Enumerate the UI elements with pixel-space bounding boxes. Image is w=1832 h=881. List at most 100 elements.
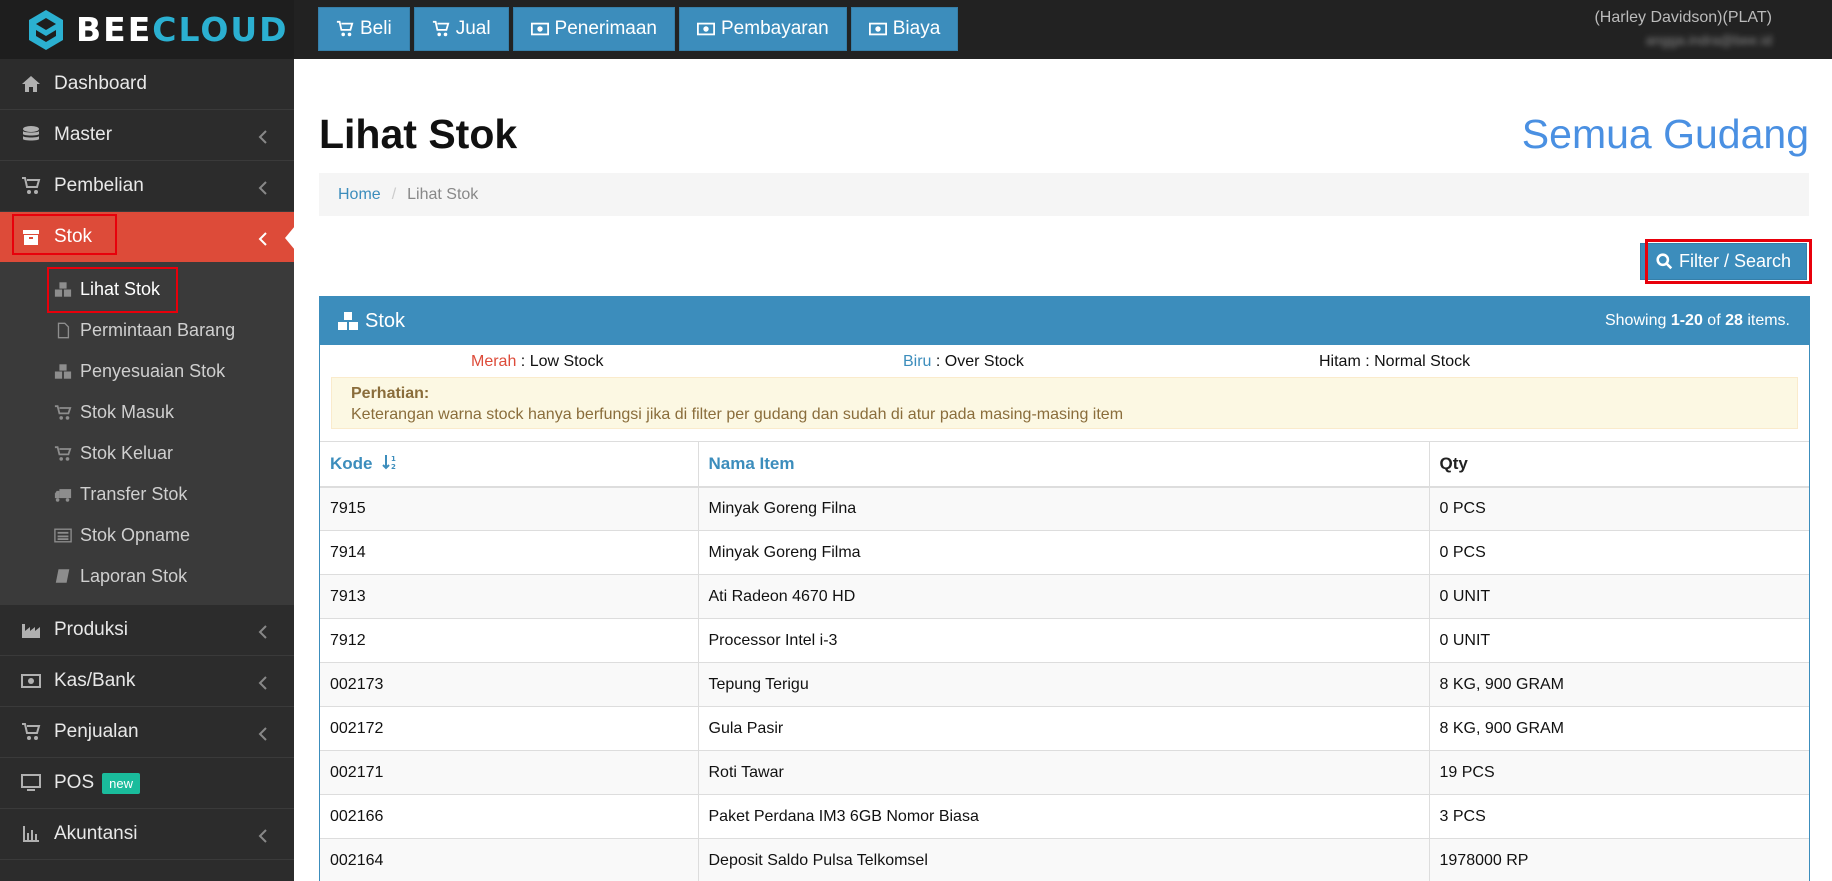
cell-nama-item: Roti Tawar <box>697 750 1429 795</box>
cell-kode: 002173 <box>320 662 698 707</box>
sidebar-item-akuntansi[interactable]: Akuntansi <box>0 809 294 860</box>
main-content: Lihat Stok Semua Gudang Home / Lihat Sto… <box>294 59 1832 881</box>
top-navbar: BEECLOUD Beli Jual Penerimaan Pembayaran… <box>0 0 1832 59</box>
sidebar-item-penjualan[interactable]: Penjualan <box>0 707 294 758</box>
cell-nama-item: Tepung Terigu <box>697 662 1429 707</box>
chevron-left-icon <box>258 230 268 246</box>
column-header-qty: Qty <box>1428 441 1809 488</box>
cubes-icon <box>54 364 72 379</box>
sidebar-subitem-laporan-stok[interactable]: Laporan Stok <box>0 556 294 597</box>
cell-kode: 7914 <box>320 530 698 575</box>
sidebar-subitem-transfer-stok[interactable]: Transfer Stok <box>0 474 294 515</box>
user-menu[interactable]: (Harley Davidson)(PLAT) angga.indra@bee.… <box>1594 8 1772 50</box>
breadcrumb-current: Lihat Stok <box>407 185 479 203</box>
sidebar-subitem-stok-keluar[interactable]: Stok Keluar <box>0 433 294 474</box>
warehouse-selector[interactable]: Semua Gudang <box>1522 111 1809 158</box>
color-legend: Merah : Low Stock Biru : Over Stock Hita… <box>320 345 1809 377</box>
sidebar-item-pembelian[interactable]: Pembelian <box>0 161 294 212</box>
new-badge: new <box>102 772 140 794</box>
page-title: Lihat Stok <box>319 111 518 157</box>
cart-icon <box>54 405 72 420</box>
cell-nama-item: Minyak Goreng Filna <box>697 486 1429 531</box>
monitor-icon <box>21 774 41 791</box>
jual-button[interactable]: Jual <box>413 7 509 51</box>
cell-nama-item: Minyak Goreng Filma <box>697 530 1429 575</box>
sidebar: Dashboard Master Pembelian Stok Lihat St… <box>0 59 295 881</box>
cell-qty: 0 UNIT <box>1428 618 1809 663</box>
cell-kode: 002172 <box>320 706 698 751</box>
cart-icon <box>54 446 72 461</box>
notice-title: Perhatian: <box>351 385 430 402</box>
brand-name: BEECLOUD <box>76 10 289 49</box>
money-icon <box>530 22 549 36</box>
cell-kode: 7912 <box>320 618 698 663</box>
legend-over-stock: Biru : Over Stock <box>903 353 1024 370</box>
column-header-kode[interactable]: Kode 12 <box>320 441 698 488</box>
database-icon <box>23 126 39 141</box>
table-row: 7914 Minyak Goreng Filma 0 PCS <box>320 530 1809 575</box>
beli-button[interactable]: Beli <box>318 7 410 51</box>
sidebar-subitem-stok-opname[interactable]: Stok Opname <box>0 515 294 556</box>
legend-normal-stock: Hitam : Normal Stock <box>1319 353 1471 370</box>
brand-logo[interactable]: BEECLOUD <box>0 0 294 59</box>
book-icon <box>55 569 70 583</box>
pembayaran-button[interactable]: Pembayaran <box>679 7 847 51</box>
chevron-left-icon <box>258 179 268 195</box>
cart-icon <box>336 20 354 37</box>
sidebar-item-produksi[interactable]: Produksi <box>0 605 294 656</box>
table-row: 7913 Ati Radeon 4670 HD 0 UNIT <box>320 574 1809 619</box>
table-row: 002166 Paket Perdana IM3 6GB Nomor Biasa… <box>320 794 1809 839</box>
table-row: 002172 Gula Pasir 8 KG, 900 GRAM <box>320 706 1809 751</box>
chevron-left-icon <box>258 827 268 843</box>
svg-text:2: 2 <box>391 463 396 471</box>
cell-nama-item: Gula Pasir <box>697 706 1429 751</box>
highlight-stok <box>12 214 117 255</box>
cell-nama-item: Processor Intel i-3 <box>697 618 1429 663</box>
cell-kode: 7913 <box>320 574 698 619</box>
money-icon <box>21 674 41 688</box>
cell-nama-item: Paket Perdana IM3 6GB Nomor Biasa <box>697 794 1429 839</box>
table-row: 002171 Roti Tawar 19 PCS <box>320 750 1809 795</box>
sidebar-item-pos[interactable]: POS new <box>0 758 294 809</box>
highlight-lihat-stok <box>47 267 178 313</box>
bee-logo-icon <box>29 9 63 50</box>
table-row: 7915 Minyak Goreng Filna 0 PCS <box>320 486 1809 531</box>
cell-qty: 1978000 RP <box>1428 838 1809 881</box>
sidebar-subitem-permintaan-barang[interactable]: Permintaan Barang <box>0 310 294 351</box>
highlight-filter-button <box>1645 239 1812 284</box>
notice-box: Perhatian: Keterangan warna stock hanya … <box>331 377 1798 429</box>
sidebar-subitem-stok-masuk[interactable]: Stok Masuk <box>0 392 294 433</box>
column-header-nama-item[interactable]: Nama Item <box>697 441 1429 488</box>
stok-submenu: Lihat Stok Permintaan Barang Penyesuaian… <box>0 263 294 605</box>
money-icon <box>868 22 887 36</box>
truck-icon <box>54 489 72 502</box>
chevron-left-icon <box>258 128 268 144</box>
sidebar-subitem-penyesuaian-stok[interactable]: Penyesuaian Stok <box>0 351 294 392</box>
cell-qty: 19 PCS <box>1428 750 1809 795</box>
table-row: 7912 Processor Intel i-3 0 UNIT <box>320 618 1809 663</box>
breadcrumb-home[interactable]: Home <box>338 186 381 204</box>
cell-qty: 0 PCS <box>1428 530 1809 575</box>
table-row: 002173 Tepung Terigu 8 KG, 900 GRAM <box>320 662 1809 707</box>
panel-title: Stok <box>365 309 406 332</box>
sidebar-item-master[interactable]: Master <box>0 110 294 161</box>
factory-icon <box>22 624 40 638</box>
cell-kode: 002164 <box>320 838 698 881</box>
cell-qty: 8 KG, 900 GRAM <box>1428 662 1809 707</box>
table-header-row: Kode 12 Nama Item Qty <box>320 441 1809 488</box>
penerimaan-button[interactable]: Penerimaan <box>512 7 675 51</box>
cell-kode: 002166 <box>320 794 698 839</box>
table-row: 002164 Deposit Saldo Pulsa Telkomsel 197… <box>320 838 1809 881</box>
sidebar-item-dashboard[interactable]: Dashboard <box>0 59 294 110</box>
biaya-button[interactable]: Biaya <box>850 7 959 51</box>
cart-icon <box>22 723 41 740</box>
legend-low-stock: Merah : Low Stock <box>471 353 604 370</box>
company-name: (Harley Davidson)(PLAT) <box>1594 9 1772 26</box>
cell-qty: 3 PCS <box>1428 794 1809 839</box>
cell-nama-item: Deposit Saldo Pulsa Telkomsel <box>697 838 1429 881</box>
sidebar-item-kas-bank[interactable]: Kas/Bank <box>0 656 294 707</box>
money-icon <box>697 22 715 36</box>
pagination-summary: Showing 1-20 of 28 items. <box>1604 312 1790 329</box>
sort-ascending-icon: 12 <box>381 453 399 471</box>
cell-qty: 8 KG, 900 GRAM <box>1428 706 1809 751</box>
